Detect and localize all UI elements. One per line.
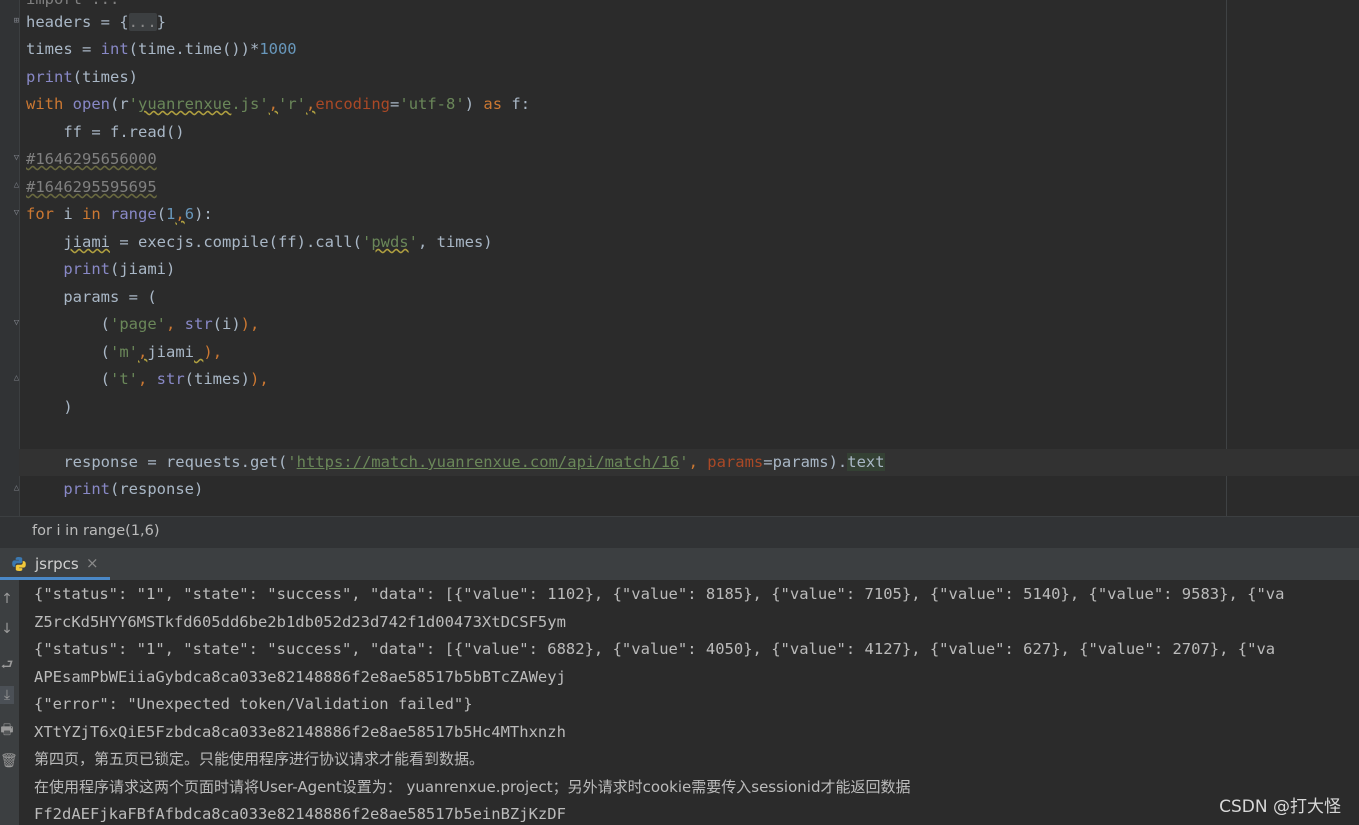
breadcrumb[interactable]: for i in range(1,6) [0,516,1359,548]
url-link[interactable]: https://match.yuanrenxue.com/api/match/1… [297,453,680,471]
code-line-print-times[interactable]: print(times) [26,64,138,91]
code-line-for-loop[interactable]: for i in range(1,6): [26,201,213,228]
fold-marker-icon[interactable]: △ [12,374,21,383]
fold-marker-icon[interactable]: △ [12,181,21,190]
code-editor[interactable]: ⊞ ▽ △ ▽ ▽ △ △ import ... headers = {...}… [0,0,1359,516]
console-line: 第四页，第五页已锁定。只能使用程序进行协议请求才能看到数据。 [34,750,485,768]
breadcrumb-item[interactable]: for i in range(1,6) [32,523,160,539]
folded-region[interactable]: ... [128,13,157,31]
editor-gutter: ⊞ ▽ △ ▽ ▽ △ △ [0,0,20,516]
code-line-times[interactable]: times = int(time.time())*1000 [26,36,297,63]
run-tab-jsrpcs[interactable]: jsrpcs × [0,548,110,580]
print-icon[interactable]: 🖶 [0,721,14,739]
run-console-output[interactable]: {"status": "1", "state": "success", "dat… [19,580,1359,825]
code-line-response[interactable]: response = requests.get('https://match.y… [26,449,885,476]
console-line: Ff2dAEFjkaFBfAfbdca8ca033e82148886f2e8ae… [34,805,566,823]
code-line-comment[interactable]: #1646295656000 [26,146,157,173]
arrow-down-icon[interactable]: ↓ [0,620,14,638]
scroll-to-end-icon[interactable]: ⤓ [0,686,14,704]
trash-icon[interactable]: 🗑 [0,752,18,770]
code-line-comment[interactable]: #1646295595695 [26,174,157,201]
close-icon[interactable]: × [86,554,99,572]
code-line-with-open[interactable]: with open(r'yuanrenxue.js','r',encoding=… [26,91,530,118]
console-line: Z5rcKd5HYY6MSTkfd605dd6be2b1db052d23d742… [34,613,566,631]
run-tool-window-tabbar: jsrpcs × [0,548,1359,580]
python-icon [12,557,26,571]
arrow-up-icon[interactable]: ↑ [0,590,14,608]
console-line: {"status": "1", "state": "success", "dat… [34,585,1285,603]
soft-wrap-icon[interactable]: ⮐ [0,656,14,674]
code-line-headers[interactable]: headers = {...} [26,9,166,36]
console-line: XTtYZjT6xQiE5Fzbdca8ca033e82148886f2e8ae… [34,723,566,741]
fold-marker-icon[interactable]: ▽ [12,154,21,163]
code-line-jiami[interactable]: jiami = execjs.compile(ff).call('pwds', … [26,229,492,256]
fold-marker-icon[interactable]: ⊞ [12,17,21,26]
run-toolbar: ↑ ↓ ⮐ ⤓ 🖶 🗑 [0,580,19,825]
code-line-params[interactable]: params = ( [26,284,156,311]
right-margin-guide [1226,0,1227,516]
console-line: APEsamPbWEiiaGybdca8ca033e82148886f2e8ae… [34,668,566,686]
fold-marker-icon[interactable]: ▽ [12,319,21,328]
console-line: 在使用程序请求这两个页面时请将User-Agent设置为： yuanrenxue… [34,778,911,796]
console-line: {"status": "1", "state": "success", "dat… [34,640,1276,658]
code-line-param-t[interactable]: ('t', str(times)), [26,366,269,393]
console-line: {"error": "Unexpected token/Validation f… [34,695,473,713]
run-tab-label: jsrpcs [35,555,79,573]
fold-marker-icon[interactable]: △ [12,484,21,493]
fold-marker-icon[interactable]: ▽ [12,209,21,218]
code-line-print-jiami[interactable]: print(jiami) [26,256,175,283]
code-line-print-response[interactable]: print(response) [26,476,203,503]
code-line-read[interactable]: ff = f.read() [26,119,184,146]
code-line-param-page[interactable]: ('page', str(i)), [26,311,260,338]
code-line-param-m[interactable]: ('m',jiami ), [26,339,222,366]
code-line-close-paren[interactable]: ) [26,394,72,421]
watermark: CSDN @打大怪 [1219,797,1341,817]
